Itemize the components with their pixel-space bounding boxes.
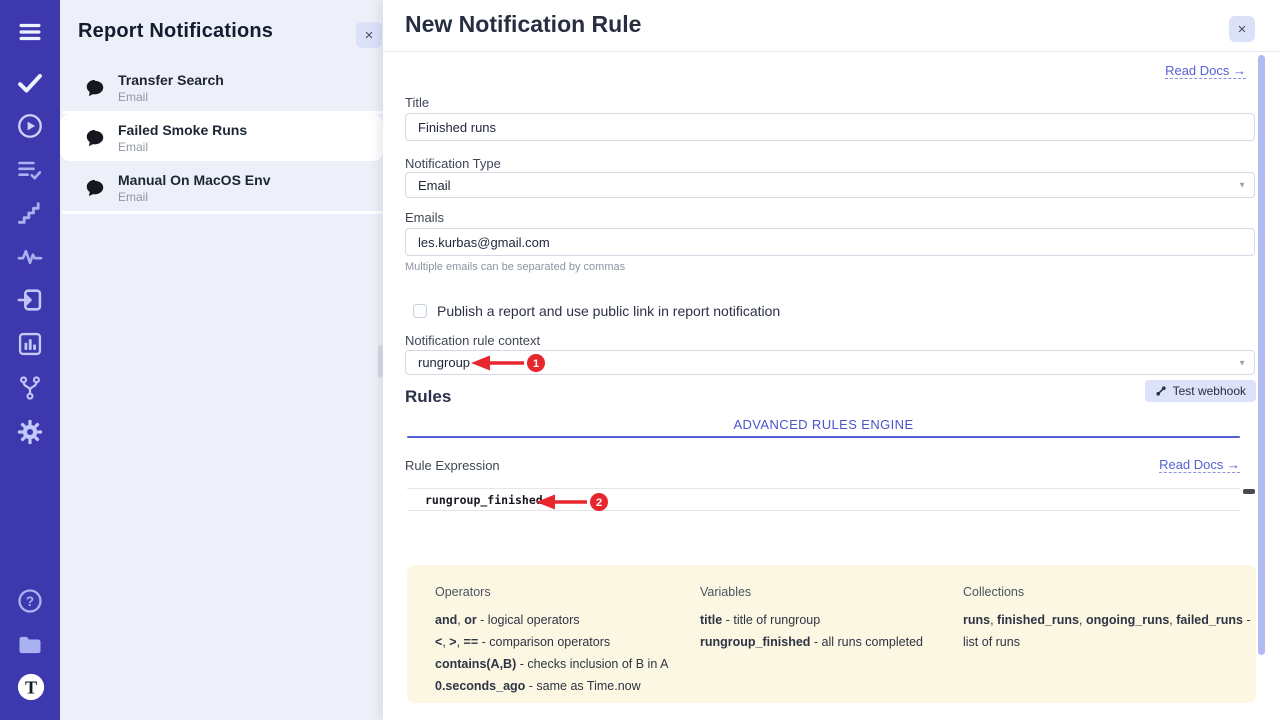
chat-bubble-icon bbox=[84, 177, 106, 199]
sidebar-item-check[interactable] bbox=[16, 69, 44, 97]
sidebar-item-activity[interactable] bbox=[16, 243, 44, 271]
webhook-icon bbox=[1155, 385, 1167, 397]
folder-icon bbox=[16, 631, 44, 659]
help-line: contains(A,B) - checks inclusion of B in… bbox=[435, 658, 668, 671]
help-line: and, or - logical operators bbox=[435, 614, 668, 627]
help-line: 0.seconds_ago - same as Time.now bbox=[435, 680, 668, 693]
read-docs-link-rules[interactable]: Read Docs → bbox=[1159, 457, 1240, 473]
notification-type-select[interactable]: Email ▼ bbox=[405, 172, 1255, 198]
steps-icon bbox=[16, 199, 44, 227]
panel-close-button[interactable]: × bbox=[356, 22, 382, 48]
sidebar-item-bar-chart[interactable] bbox=[16, 330, 44, 358]
tab-underline bbox=[407, 436, 1240, 438]
sign-in-icon bbox=[16, 286, 44, 314]
sidebar-item-logo[interactable]: T bbox=[16, 672, 46, 702]
help-column-heading: Operators bbox=[435, 585, 668, 599]
notification-type-label: Notification Type bbox=[405, 156, 501, 171]
chevron-down-icon: ▼ bbox=[1238, 358, 1246, 367]
publish-checkbox-label: Publish a report and use public link in … bbox=[437, 303, 780, 319]
modal-title: New Notification Rule bbox=[405, 11, 641, 38]
list-item[interactable]: Transfer Search Email bbox=[60, 64, 383, 111]
activity-icon bbox=[16, 243, 44, 271]
item-subtitle: Email bbox=[118, 190, 270, 204]
notification-type-value: Email bbox=[418, 178, 451, 193]
item-title: Transfer Search bbox=[118, 72, 224, 88]
sidebar-item-help[interactable]: ? bbox=[16, 587, 44, 615]
bar-chart-icon bbox=[16, 330, 44, 358]
notification-list: Transfer Search Email Failed Smoke Runs Ema… bbox=[60, 64, 383, 214]
publish-checkbox-row: Publish a report and use public link in … bbox=[413, 303, 780, 319]
chevron-down-icon: ▼ bbox=[1238, 181, 1246, 190]
help-line: list of runs bbox=[963, 636, 1251, 649]
rules-help-box: Operators and, or - logical operators <, >… bbox=[407, 565, 1256, 703]
publish-checkbox[interactable] bbox=[413, 304, 427, 318]
main-scrollbar-thumb[interactable] bbox=[1258, 55, 1265, 655]
help-column-operators: Operators and, or - logical operators <, >… bbox=[435, 585, 668, 702]
title-label: Title bbox=[405, 95, 429, 110]
sidebar-item-branch[interactable] bbox=[16, 374, 44, 402]
list-item[interactable]: Manual On MacOS Env Email bbox=[60, 164, 383, 211]
report-notifications-panel: Report Notifications × Transfer Search Em… bbox=[60, 0, 383, 720]
help-column-heading: Variables bbox=[700, 585, 923, 599]
help-line: rungroup_finished - all runs completed bbox=[700, 636, 923, 649]
item-title: Failed Smoke Runs bbox=[118, 122, 247, 138]
close-icon: × bbox=[1238, 22, 1247, 37]
sidebar-item-menu[interactable] bbox=[16, 18, 44, 46]
test-webhook-label: Test webhook bbox=[1173, 384, 1246, 398]
panel-resize-handle[interactable] bbox=[378, 345, 383, 378]
panel-title: Report Notifications bbox=[78, 20, 273, 43]
title-input[interactable] bbox=[405, 113, 1255, 141]
item-subtitle: Email bbox=[118, 90, 224, 104]
sidebar-item-list-check[interactable] bbox=[16, 156, 44, 184]
close-icon: × bbox=[365, 28, 374, 43]
sidebar-item-sign-in[interactable] bbox=[16, 286, 44, 314]
chat-bubble-icon bbox=[84, 127, 106, 149]
new-notification-rule-modal: New Notification Rule × Read Docs → Titl… bbox=[383, 0, 1280, 720]
item-subtitle: Email bbox=[118, 140, 247, 154]
emails-helper-text: Multiple emails can be separated by comm… bbox=[405, 261, 625, 273]
test-webhook-button[interactable]: Test webhook bbox=[1145, 380, 1256, 402]
play-icon bbox=[16, 112, 44, 140]
svg-text:?: ? bbox=[26, 594, 34, 609]
rule-expression-label: Rule Expression bbox=[405, 458, 500, 473]
help-column-collections: Collections runs, finished_runs, ongoing_… bbox=[963, 585, 1251, 658]
rule-expression-editor[interactable]: rungroup_finished bbox=[407, 488, 1240, 511]
svg-text:T: T bbox=[25, 677, 37, 697]
chat-bubble-icon bbox=[84, 77, 106, 99]
rule-context-label: Notification rule context bbox=[405, 333, 540, 348]
icon-sidebar: ?T bbox=[0, 0, 60, 720]
menu-icon bbox=[16, 18, 44, 46]
help-column-variables: Variables title - title of rungroup rungro… bbox=[700, 585, 923, 658]
modal-close-button[interactable]: × bbox=[1229, 16, 1255, 42]
rule-context-value: rungroup bbox=[418, 355, 470, 370]
branch-icon bbox=[16, 374, 44, 402]
read-docs-link-top[interactable]: Read Docs → bbox=[1165, 63, 1246, 79]
sidebar-item-play[interactable] bbox=[16, 112, 44, 140]
modal-header: New Notification Rule × bbox=[383, 0, 1280, 52]
rule-context-select[interactable]: rungroup ▼ bbox=[405, 350, 1255, 375]
help-line: <, >, == - comparison operators bbox=[435, 636, 668, 649]
help-icon: ? bbox=[16, 587, 44, 615]
help-column-heading: Collections bbox=[963, 585, 1251, 599]
item-title: Manual On MacOS Env bbox=[118, 172, 270, 188]
emails-label: Emails bbox=[405, 210, 444, 225]
help-line: runs, finished_runs, ongoing_runs, faile… bbox=[963, 614, 1251, 627]
editor-scrollbar-thumb[interactable] bbox=[1243, 489, 1255, 494]
emails-input[interactable] bbox=[405, 228, 1255, 256]
rules-heading: Rules bbox=[405, 387, 451, 407]
list-check-icon bbox=[16, 156, 44, 184]
gear-icon bbox=[16, 418, 44, 446]
sidebar-item-gear[interactable] bbox=[16, 418, 44, 446]
help-line: title - title of rungroup bbox=[700, 614, 923, 627]
check-icon bbox=[16, 69, 44, 97]
sidebar-item-folder[interactable] bbox=[16, 631, 44, 659]
rule-expression-code: rungroup_finished bbox=[425, 493, 543, 507]
sidebar-item-steps[interactable] bbox=[16, 199, 44, 227]
tab-advanced-rules-engine[interactable]: ADVANCED RULES ENGINE bbox=[407, 417, 1240, 432]
logo-icon: T bbox=[16, 672, 46, 702]
list-item[interactable]: Failed Smoke Runs Email bbox=[60, 114, 383, 161]
